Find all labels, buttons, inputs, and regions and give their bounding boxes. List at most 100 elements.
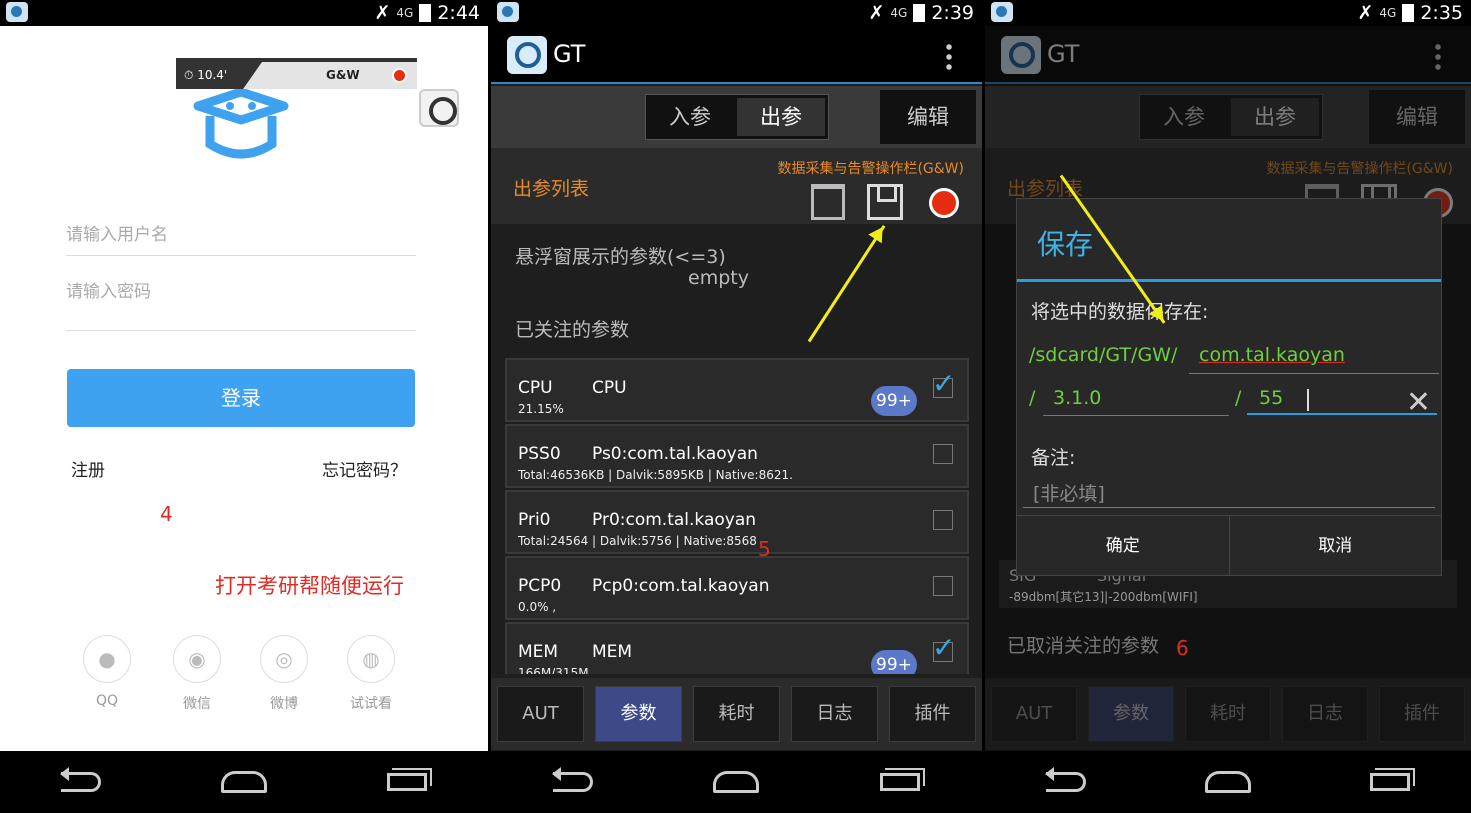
social-label: 微信 xyxy=(183,696,211,712)
param-checkbox[interactable] xyxy=(933,510,953,530)
network-icon: 4G xyxy=(1379,6,1397,20)
social-guest[interactable]: ◍ 试试看 xyxy=(336,635,406,713)
out-list-label: 出参列表 xyxy=(513,178,590,200)
in-out-toggle: 入参 出参 xyxy=(1139,94,1323,140)
tab-aut[interactable]: AUT xyxy=(497,686,584,742)
param-name: Pri0 xyxy=(518,510,551,530)
tab-params[interactable]: 参数 xyxy=(595,686,682,742)
social-wechat[interactable]: ◉ 微信 xyxy=(162,635,232,713)
tab-out-params: 出参 xyxy=(1231,98,1319,136)
file-index-field[interactable]: 55 xyxy=(1259,387,1283,409)
register-link[interactable]: 注册 xyxy=(71,456,105,481)
param-value: Total:46536KB | Dalvik:5895KB | Native:8… xyxy=(518,468,793,482)
tab-log[interactable]: 日志 xyxy=(791,686,878,742)
param-tabs: 入参 出参 编辑 xyxy=(985,86,1471,148)
param-name: MEM xyxy=(518,642,559,662)
bottom-tabs: AUT 参数 耗时 日志 插件 xyxy=(985,678,1471,750)
float-params-label: 悬浮窗展示的参数(<=3) xyxy=(515,246,726,268)
save-icon[interactable] xyxy=(867,184,903,220)
list-item[interactable]: CPU CPU 21.15% 99+ xyxy=(505,358,969,422)
tab-timing: 耗时 xyxy=(1185,686,1271,742)
annotation-arrow xyxy=(807,224,886,343)
social-label: 试试看 xyxy=(350,696,392,712)
battery-icon xyxy=(1402,4,1415,22)
tab-timing[interactable]: 耗时 xyxy=(693,686,780,742)
password-field[interactable]: 请输入密码 xyxy=(66,275,416,331)
guest-icon: ◍ xyxy=(347,635,395,683)
gt-notification-icon xyxy=(6,2,28,22)
float-timer: ⏱ 10.4' xyxy=(176,62,262,89)
param-title: Pr0:com.tal.kaoyan xyxy=(592,510,757,530)
param-value: Total:24564 | Dalvik:5756 | Native:8568 xyxy=(518,534,757,548)
home-button[interactable] xyxy=(706,771,766,793)
gt-params-screen: ✗ 4G 2:39 GT 入参 出参 编辑 出参列表 数据采集与告警操作栏(G&… xyxy=(491,0,982,813)
tab-out-params[interactable]: 出参 xyxy=(737,98,825,136)
title-divider xyxy=(1017,279,1441,282)
param-checkbox[interactable] xyxy=(932,367,955,400)
param-value: 166M/315M xyxy=(518,666,589,674)
social-weibo[interactable]: ◎ 微博 xyxy=(249,635,319,713)
tab-params: 参数 xyxy=(1088,686,1174,742)
list-item[interactable]: MEM MEM 166M/315M 99+ xyxy=(505,622,969,674)
float-params-value: empty xyxy=(688,267,749,289)
recents-button[interactable] xyxy=(870,773,930,791)
note-field[interactable]: [非必填] xyxy=(1033,479,1105,506)
list-item[interactable]: PSS0 Ps0:com.tal.kaoyan Total:46536KB | … xyxy=(505,424,969,488)
back-icon xyxy=(551,767,593,792)
param-value: 21.15% xyxy=(518,402,564,416)
overflow-menu-icon[interactable] xyxy=(946,42,952,70)
record-button[interactable] xyxy=(929,188,959,218)
tab-in-params[interactable]: 入参 xyxy=(646,95,734,139)
param-tabs: 入参 出参 编辑 xyxy=(491,86,982,148)
app-bar: GT xyxy=(491,26,982,84)
watched-params-label: 已关注的参数 xyxy=(515,319,630,341)
login-button[interactable]: 登录 xyxy=(67,369,415,427)
param-title: MEM xyxy=(592,642,633,662)
param-name: CPU xyxy=(518,378,553,398)
confirm-button[interactable]: 确定 xyxy=(1017,516,1230,575)
clock: 2:44 xyxy=(437,2,480,24)
instruction-text: 打开考研帮随便运行 xyxy=(215,574,404,598)
network-icon: 4G xyxy=(396,6,414,20)
edit-button[interactable]: 编辑 xyxy=(880,90,976,144)
gw-float-window[interactable]: ⏱ 10.4' G&W xyxy=(176,58,417,89)
version-field[interactable]: 3.1.0 xyxy=(1053,387,1101,409)
param-checkbox[interactable] xyxy=(933,576,953,596)
home-button[interactable] xyxy=(1198,771,1258,793)
package-field[interactable]: com.tal.kaoyan xyxy=(1199,344,1345,366)
back-button[interactable] xyxy=(51,767,111,792)
list-item[interactable]: Pri0 Pr0:com.tal.kaoyan Total:24564 | Da… xyxy=(505,490,969,554)
gt-save-screen: ✗ 4G 2:35 GT 入参 出参 编辑 出参列表 数据采集与告警操作栏(G&… xyxy=(985,0,1471,813)
app-logo xyxy=(193,88,289,159)
delete-icon[interactable] xyxy=(811,184,845,220)
back-button[interactable] xyxy=(1036,767,1096,792)
app-bar: GT xyxy=(985,26,1471,84)
recents-button[interactable] xyxy=(377,773,437,791)
record-icon[interactable] xyxy=(392,68,407,83)
param-checkbox[interactable] xyxy=(932,631,955,664)
username-field[interactable]: 请输入用户名 xyxy=(66,218,416,256)
unwatched-params-label: 已取消关注的参数 xyxy=(1007,635,1160,657)
param-checkbox[interactable] xyxy=(933,444,953,464)
social-qq[interactable]: ● QQ xyxy=(72,635,142,709)
tab-plugins[interactable]: 插件 xyxy=(889,686,976,742)
list-item[interactable]: PCP0 Pcp0:com.tal.kaoyan 0.0% , xyxy=(505,556,969,620)
gt-logo-icon xyxy=(1001,36,1041,74)
cancel-button[interactable]: 取消 xyxy=(1230,516,1442,575)
home-icon xyxy=(713,771,760,793)
recents-button[interactable] xyxy=(1360,773,1420,791)
login-screen: ✗ 4G 2:44 ⏱ 10.4' G&W 请输入用户名 请输入密码 登录 注册… xyxy=(0,0,488,813)
gt-float-icon[interactable] xyxy=(419,89,459,127)
param-title: Pcp0:com.tal.kaoyan xyxy=(592,576,770,596)
back-button[interactable] xyxy=(543,767,603,792)
home-button[interactable] xyxy=(214,771,274,793)
count-badge: 99+ xyxy=(871,386,917,416)
forgot-password-link[interactable]: 忘记密码？ xyxy=(322,456,407,481)
wechat-icon: ◉ xyxy=(173,635,221,683)
social-label: 微博 xyxy=(270,696,298,712)
mute-icon: ✗ xyxy=(868,2,885,24)
clear-icon[interactable]: ✕ xyxy=(1406,385,1431,420)
out-params-header: 出参列表 数据采集与告警操作栏(G&W) xyxy=(491,148,982,224)
package-underline xyxy=(1189,373,1439,374)
float-gw-label: G&W xyxy=(326,68,360,82)
